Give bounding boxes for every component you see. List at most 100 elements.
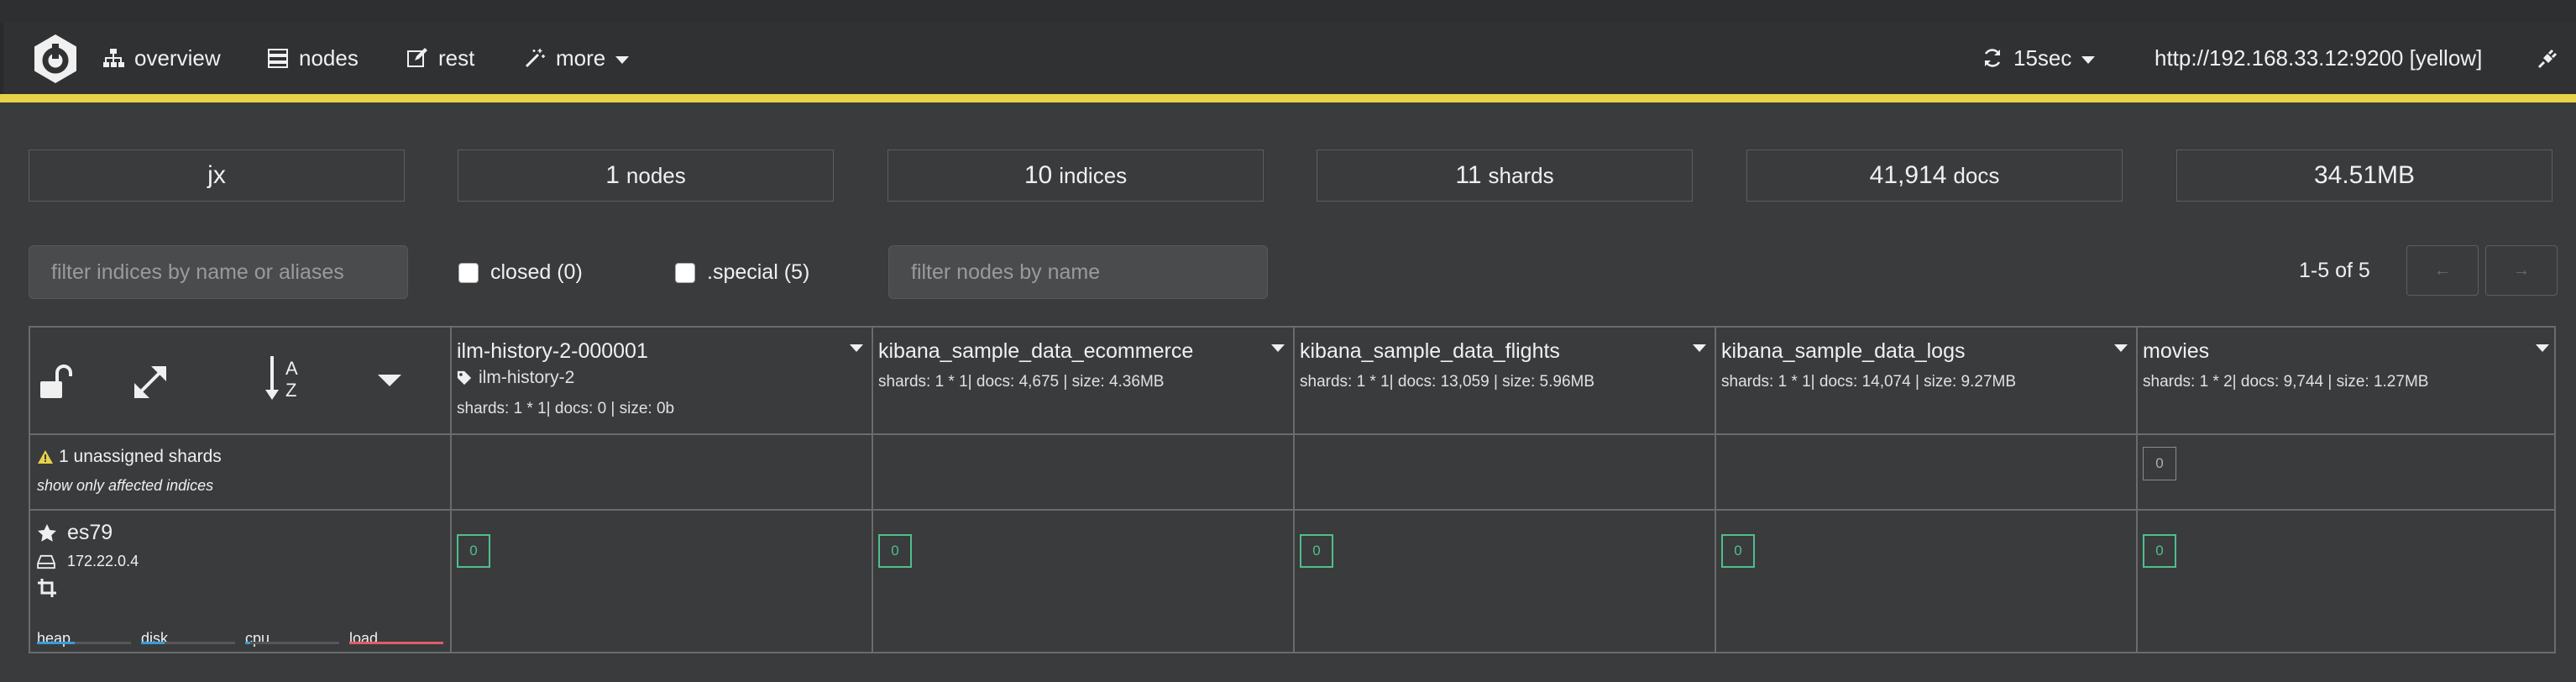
- sitemap-icon: [103, 49, 124, 67]
- stat-unit: docs: [1953, 162, 2000, 188]
- disk-fill: [141, 642, 165, 644]
- plug-icon: [2537, 49, 2558, 69]
- grid-divider: [450, 328, 452, 652]
- special-indices-checkbox[interactable]: .special (5): [675, 260, 809, 285]
- disk-bar: [141, 642, 235, 644]
- filter-nodes-placeholder: filter nodes by name: [911, 260, 1101, 284]
- stat-value: 11: [1455, 161, 1482, 189]
- index-menu-caret-icon[interactable]: [1271, 344, 1285, 352]
- node-name[interactable]: es79: [37, 521, 113, 545]
- shard-primary[interactable]: 0: [1300, 534, 1333, 568]
- nav-overview[interactable]: overview: [102, 45, 221, 71]
- nav-rest[interactable]: rest: [406, 45, 474, 71]
- stat-value: jx: [207, 161, 226, 189]
- shard-primary[interactable]: 0: [878, 534, 912, 568]
- index-name[interactable]: kibana_sample_data_ecommerce: [878, 339, 1193, 364]
- nav-overview-label: overview: [134, 45, 221, 71]
- nav-nodes-label: nodes: [299, 45, 359, 71]
- index-alias: ilm-history-2: [457, 368, 574, 388]
- edit-icon: [407, 48, 427, 67]
- checkbox-box[interactable]: [675, 262, 695, 283]
- stat-nodes: 1 nodes: [458, 150, 834, 202]
- index-name[interactable]: ilm-history-2-000001: [457, 339, 648, 364]
- stat-shards: 11 shards: [1317, 150, 1693, 202]
- unassigned-shards-count: 1 unassigned shards: [37, 447, 222, 467]
- load-label: load: [349, 630, 379, 647]
- node-ip-label: 172.22.0.4: [67, 553, 139, 569]
- index-menu-caret-icon[interactable]: [2536, 344, 2549, 352]
- index-menu-caret-icon[interactable]: [2114, 344, 2128, 352]
- filter-nodes-input[interactable]: filter nodes by name: [888, 245, 1268, 299]
- grid-divider: [872, 328, 873, 652]
- grid-divider: [1293, 328, 1295, 652]
- hdd-icon: [37, 554, 55, 569]
- closed-indices-checkbox[interactable]: closed (0): [458, 260, 583, 285]
- disk-label: disk: [141, 630, 169, 647]
- index-menu-caret-icon[interactable]: [850, 344, 863, 352]
- shard-primary[interactable]: 0: [2143, 534, 2176, 568]
- stat-size: 34.51MB: [2176, 150, 2552, 202]
- index-name[interactable]: kibana_sample_data_flights: [1300, 339, 1560, 364]
- heap-label: heap: [37, 630, 71, 647]
- index-name[interactable]: movies: [2143, 339, 2209, 364]
- load-fill: [349, 642, 443, 644]
- cluster-url: http://192.168.33.12:9200 [yellow]: [2155, 45, 2482, 71]
- cpu-bar: [245, 642, 339, 644]
- nav-more-label: more: [556, 45, 606, 71]
- refresh-interval-label: 15sec: [2013, 45, 2072, 71]
- stat-unit: shards: [1488, 162, 1554, 188]
- filter-indices-input[interactable]: filter indices by name or aliases: [29, 245, 408, 299]
- chevron-down-icon: [2081, 55, 2096, 64]
- special-label: .special (5): [707, 260, 810, 284]
- heap-bar: [37, 642, 131, 644]
- caret-down-icon[interactable]: [378, 375, 401, 386]
- show-affected-indices-link[interactable]: show only affected indices: [37, 477, 213, 495]
- index-name[interactable]: kibana_sample_data_logs: [1721, 339, 1966, 364]
- index-menu-caret-icon[interactable]: [1693, 344, 1706, 352]
- stat-docs: 41,914 docs: [1746, 150, 2123, 202]
- heap-fill: [37, 642, 75, 644]
- cerebro-logo[interactable]: [29, 32, 82, 86]
- disconnect-button[interactable]: [2537, 45, 2559, 71]
- nav-nodes[interactable]: nodes: [267, 45, 359, 71]
- closed-label: closed (0): [490, 260, 583, 284]
- shard-primary[interactable]: 0: [1721, 534, 1755, 568]
- svg-text:A: A: [285, 358, 298, 379]
- stat-value: 1: [605, 161, 620, 189]
- cluster-overview-grid: A Z ilm-history-2-000001 ilm-history-2 s…: [29, 326, 2556, 653]
- magic-wand-icon: [525, 49, 545, 68]
- sort-alpha-icon[interactable]: A Z: [264, 353, 306, 403]
- stat-unit: indices: [1059, 162, 1128, 188]
- top-navbar: overview nodes rest more 15sec http://19…: [0, 22, 2576, 94]
- unassigned-count-label: 1 unassigned shards: [59, 447, 222, 466]
- star-icon: [38, 523, 56, 542]
- load-bar: [349, 642, 443, 644]
- node-ip: 172.22.0.4: [37, 553, 139, 570]
- stat-value: 10: [1024, 161, 1053, 189]
- pagination-info: 1-5 of 5: [2299, 259, 2370, 282]
- refresh-icon: [1984, 49, 2001, 67]
- shard-primary[interactable]: 0: [457, 534, 490, 568]
- stat-cluster-name: jx: [29, 150, 405, 202]
- next-page-button[interactable]: →: [2485, 245, 2558, 296]
- svg-text:Z: Z: [285, 380, 296, 401]
- grid-divider: [1715, 328, 1716, 652]
- browser-bookmarks-strip: [0, 0, 2576, 22]
- grid-divider: [30, 433, 2554, 435]
- unassigned-shard[interactable]: 0: [2143, 447, 2176, 480]
- index-meta: shards: 1 * 2| docs: 9,744 | size: 1.27M…: [2143, 373, 2429, 391]
- cluster-status-bar: [0, 94, 2576, 102]
- prev-page-button[interactable]: ←: [2406, 245, 2479, 296]
- checkbox-box[interactable]: [458, 262, 479, 283]
- nav-more-dropdown[interactable]: more: [524, 45, 630, 71]
- chevron-down-icon: [615, 55, 630, 64]
- refresh-interval-dropdown[interactable]: 15sec: [1982, 45, 2096, 71]
- crop-icon[interactable]: [37, 578, 57, 598]
- unlock-icon[interactable]: [37, 361, 79, 403]
- grid-divider: [30, 509, 2554, 511]
- alias-label: ilm-history-2: [479, 368, 575, 387]
- index-meta: shards: 1 * 1| docs: 0 | size: 0b: [457, 400, 675, 417]
- expand-icon[interactable]: [129, 361, 171, 403]
- warning-icon: [38, 450, 53, 464]
- index-meta: shards: 1 * 1| docs: 4,675 | size: 4.36M…: [878, 373, 1165, 391]
